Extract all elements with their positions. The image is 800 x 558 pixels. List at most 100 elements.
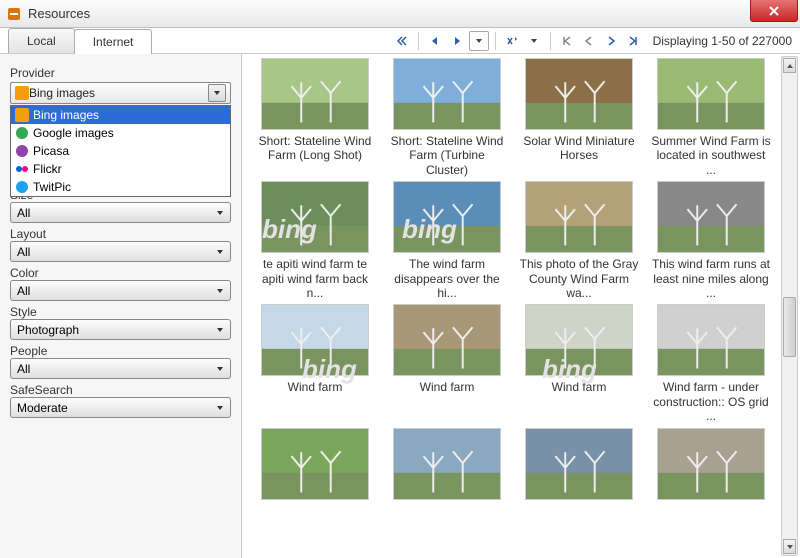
nav-forward-icon[interactable] bbox=[447, 31, 467, 51]
options-group: Options Size All Layout All Color All St… bbox=[10, 170, 231, 418]
tab-local[interactable]: Local bbox=[8, 28, 75, 53]
chevron-down-icon bbox=[208, 84, 226, 102]
option-label: Google images bbox=[33, 126, 114, 140]
option-label: Bing images bbox=[33, 108, 99, 122]
result-item[interactable]: The wind farm disappears over the hi... bbox=[386, 181, 508, 300]
result-item[interactable]: Solar Wind Miniature Horses bbox=[518, 58, 640, 177]
provider-option-twitpic[interactable]: TwitPic bbox=[11, 178, 230, 196]
bing-icon bbox=[15, 108, 29, 122]
nav-dropdown2-icon[interactable] bbox=[524, 31, 544, 51]
result-item[interactable] bbox=[518, 428, 640, 532]
thumbnail[interactable] bbox=[657, 58, 765, 130]
result-caption: Wind farm - under construction:: OS grid… bbox=[651, 380, 771, 423]
provider-value: Bing images bbox=[29, 86, 208, 100]
result-item[interactable]: te apiti wind farm te apiti wind farm ba… bbox=[254, 181, 376, 300]
separator bbox=[418, 32, 419, 50]
thumbnail[interactable] bbox=[657, 428, 765, 500]
layout-value: All bbox=[17, 245, 216, 259]
twitpic-icon bbox=[15, 180, 29, 194]
nav-back-icon[interactable] bbox=[425, 31, 445, 51]
result-item[interactable]: Short: Stateline Wind Farm (Long Shot) bbox=[254, 58, 376, 177]
style-label: Style bbox=[10, 305, 231, 319]
color-combo[interactable]: All bbox=[10, 280, 231, 301]
option-label: TwitPic bbox=[33, 180, 71, 194]
page-prev-icon[interactable] bbox=[579, 31, 599, 51]
result-caption: Short: Stateline Wind Farm (Long Shot) bbox=[255, 134, 375, 163]
page-first-icon[interactable] bbox=[557, 31, 577, 51]
style-combo[interactable]: Photograph bbox=[10, 319, 231, 340]
thumbnail[interactable] bbox=[525, 428, 633, 500]
thumbnail[interactable] bbox=[525, 58, 633, 130]
provider-option-flickr[interactable]: Flickr bbox=[11, 160, 230, 178]
thumbnail[interactable] bbox=[393, 181, 501, 253]
thumbnail[interactable] bbox=[261, 304, 369, 376]
thumbnail[interactable] bbox=[657, 304, 765, 376]
layout-combo[interactable]: All bbox=[10, 241, 231, 262]
separator bbox=[550, 32, 551, 50]
size-combo[interactable]: All bbox=[10, 202, 231, 223]
nav-first-icon[interactable] bbox=[392, 31, 412, 51]
provider-label: Provider bbox=[10, 66, 231, 80]
result-caption: Solar Wind Miniature Horses bbox=[519, 134, 639, 163]
toolbar: Local Internet Displaying 1-50 of 227000 bbox=[0, 28, 800, 54]
result-item[interactable]: Wind farm bbox=[386, 304, 508, 423]
thumbnail[interactable] bbox=[393, 428, 501, 500]
displaying-text: Displaying 1-50 of 227000 bbox=[653, 34, 792, 48]
style-value: Photograph bbox=[17, 323, 216, 337]
safesearch-combo[interactable]: Moderate bbox=[10, 397, 231, 418]
provider-dropdown: Bing images Google images Picasa Flickr … bbox=[10, 105, 231, 197]
result-caption: This wind farm runs at least nine miles … bbox=[651, 257, 771, 300]
tab-internet[interactable]: Internet bbox=[74, 29, 153, 54]
thumbnail[interactable] bbox=[657, 181, 765, 253]
result-item[interactable] bbox=[650, 428, 772, 532]
result-item[interactable]: Wind farm bbox=[518, 304, 640, 423]
people-combo[interactable]: All bbox=[10, 358, 231, 379]
thumbnail[interactable] bbox=[525, 304, 633, 376]
provider-option-picasa[interactable]: Picasa bbox=[11, 142, 230, 160]
vertical-scrollbar[interactable] bbox=[781, 56, 798, 556]
close-button[interactable] bbox=[750, 0, 798, 22]
nav-controls: Displaying 1-50 of 227000 bbox=[392, 28, 800, 53]
flickr-icon bbox=[15, 162, 29, 176]
result-item[interactable]: This wind farm runs at least nine miles … bbox=[650, 181, 772, 300]
page-last-icon[interactable] bbox=[623, 31, 643, 51]
thumbnail[interactable] bbox=[261, 181, 369, 253]
result-caption: The wind farm disappears over the hi... bbox=[387, 257, 507, 300]
option-label: Picasa bbox=[33, 144, 69, 158]
nav-shuffle-icon[interactable] bbox=[502, 31, 522, 51]
result-item[interactable] bbox=[254, 428, 376, 532]
scroll-thumb[interactable] bbox=[783, 297, 796, 357]
color-label: Color bbox=[10, 266, 231, 280]
picasa-icon bbox=[15, 144, 29, 158]
scroll-down-icon[interactable] bbox=[783, 539, 796, 554]
provider-option-google[interactable]: Google images bbox=[11, 124, 230, 142]
results-grid: Short: Stateline Wind Farm (Long Shot) Sh… bbox=[242, 54, 800, 536]
layout-label: Layout bbox=[10, 227, 231, 241]
google-icon bbox=[15, 126, 29, 140]
thumbnail[interactable] bbox=[393, 58, 501, 130]
thumbnail[interactable] bbox=[393, 304, 501, 376]
tabs: Local Internet bbox=[8, 28, 151, 53]
color-value: All bbox=[17, 284, 216, 298]
results-area: bing bing bing bing Short: Stateline Win… bbox=[242, 54, 800, 558]
thumbnail[interactable] bbox=[525, 181, 633, 253]
result-item[interactable]: Wind farm - under construction:: OS grid… bbox=[650, 304, 772, 423]
result-item[interactable]: This photo of the Gray County Wind Farm … bbox=[518, 181, 640, 300]
result-item[interactable] bbox=[386, 428, 508, 532]
result-item[interactable]: Wind farm bbox=[254, 304, 376, 423]
result-caption: Summer Wind Farm is located in southwest… bbox=[651, 134, 771, 177]
result-caption: te apiti wind farm te apiti wind farm ba… bbox=[255, 257, 375, 300]
nav-dropdown-icon[interactable] bbox=[469, 31, 489, 51]
main: Provider Bing images Bing images Google … bbox=[0, 54, 800, 558]
window-title: Resources bbox=[28, 6, 90, 21]
option-label: Flickr bbox=[33, 162, 62, 176]
result-caption: Wind farm bbox=[288, 380, 343, 408]
thumbnail[interactable] bbox=[261, 58, 369, 130]
provider-option-bing[interactable]: Bing images bbox=[11, 106, 230, 124]
scroll-up-icon[interactable] bbox=[783, 58, 796, 73]
thumbnail[interactable] bbox=[261, 428, 369, 500]
result-item[interactable]: Summer Wind Farm is located in southwest… bbox=[650, 58, 772, 177]
page-next-icon[interactable] bbox=[601, 31, 621, 51]
provider-combo[interactable]: Bing images Bing images Google images Pi… bbox=[10, 82, 231, 104]
result-item[interactable]: Short: Stateline Wind Farm (Turbine Clus… bbox=[386, 58, 508, 177]
